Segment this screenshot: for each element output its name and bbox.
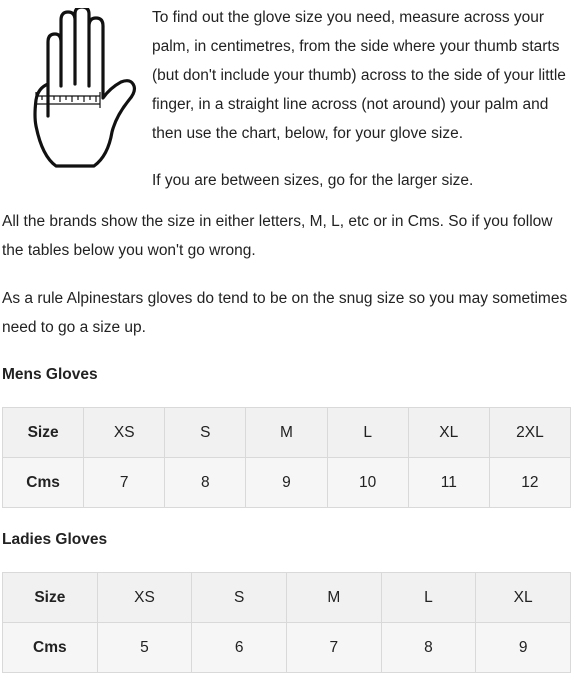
cms-label: Cms	[2, 622, 98, 673]
mens-size-table: Size XS S M L XL 2XL Cms 7 8 9 10 11 12	[1, 407, 572, 508]
ladies-size-table: Size XS S M L XL Cms 5 6 7 8 9	[2, 572, 571, 673]
size-cell: XL	[407, 407, 490, 458]
size-cell: S	[164, 407, 247, 458]
brands-note: All the brands show the size in either l…	[2, 213, 553, 259]
table-row: Size XS S M L XL 2XL	[1, 407, 572, 458]
cms-cell: 7	[83, 457, 166, 508]
cms-cell: 12	[488, 457, 572, 508]
size-cell: L	[326, 407, 409, 458]
cms-cell: 8	[380, 622, 477, 673]
measure-instructions: To find out the glove size you need, mea…	[152, 9, 566, 142]
table-row: Cms 7 8 9 10 11 12	[1, 457, 572, 508]
ruler-icon	[35, 92, 101, 108]
cms-cell: 9	[475, 622, 571, 673]
cms-cell: 5	[96, 622, 193, 673]
cms-cell: 8	[164, 457, 247, 508]
size-cell: XS	[96, 572, 193, 623]
cms-cell: 6	[191, 622, 287, 673]
size-cell: S	[191, 572, 287, 623]
intro-text: To find out the glove size you need, mea…	[152, 3, 570, 195]
size-cell: M	[245, 407, 328, 458]
size-cell: XS	[83, 407, 166, 458]
hand-measure-icon	[33, 8, 137, 168]
between-sizes-note: If you are between sizes, go for the lar…	[152, 172, 474, 189]
size-label: Size	[1, 407, 85, 458]
cms-cell: 7	[285, 622, 382, 673]
size-cell: M	[285, 572, 382, 623]
table-row: Cms 5 6 7 8 9	[2, 622, 571, 673]
ladies-gloves-heading: Ladies Gloves	[2, 531, 108, 548]
table-row: Size XS S M L XL	[2, 572, 571, 623]
cms-cell: 9	[245, 457, 328, 508]
cms-cell: 11	[407, 457, 490, 508]
size-label: Size	[2, 572, 98, 623]
cms-cell: 10	[326, 457, 409, 508]
size-cell: 2XL	[488, 407, 572, 458]
alpinestars-note: As a rule Alpinestars gloves do tend to …	[2, 290, 568, 336]
cms-label: Cms	[1, 457, 85, 508]
size-cell: L	[380, 572, 477, 623]
mens-gloves-heading: Mens Gloves	[2, 366, 98, 383]
size-cell: XL	[475, 572, 571, 623]
